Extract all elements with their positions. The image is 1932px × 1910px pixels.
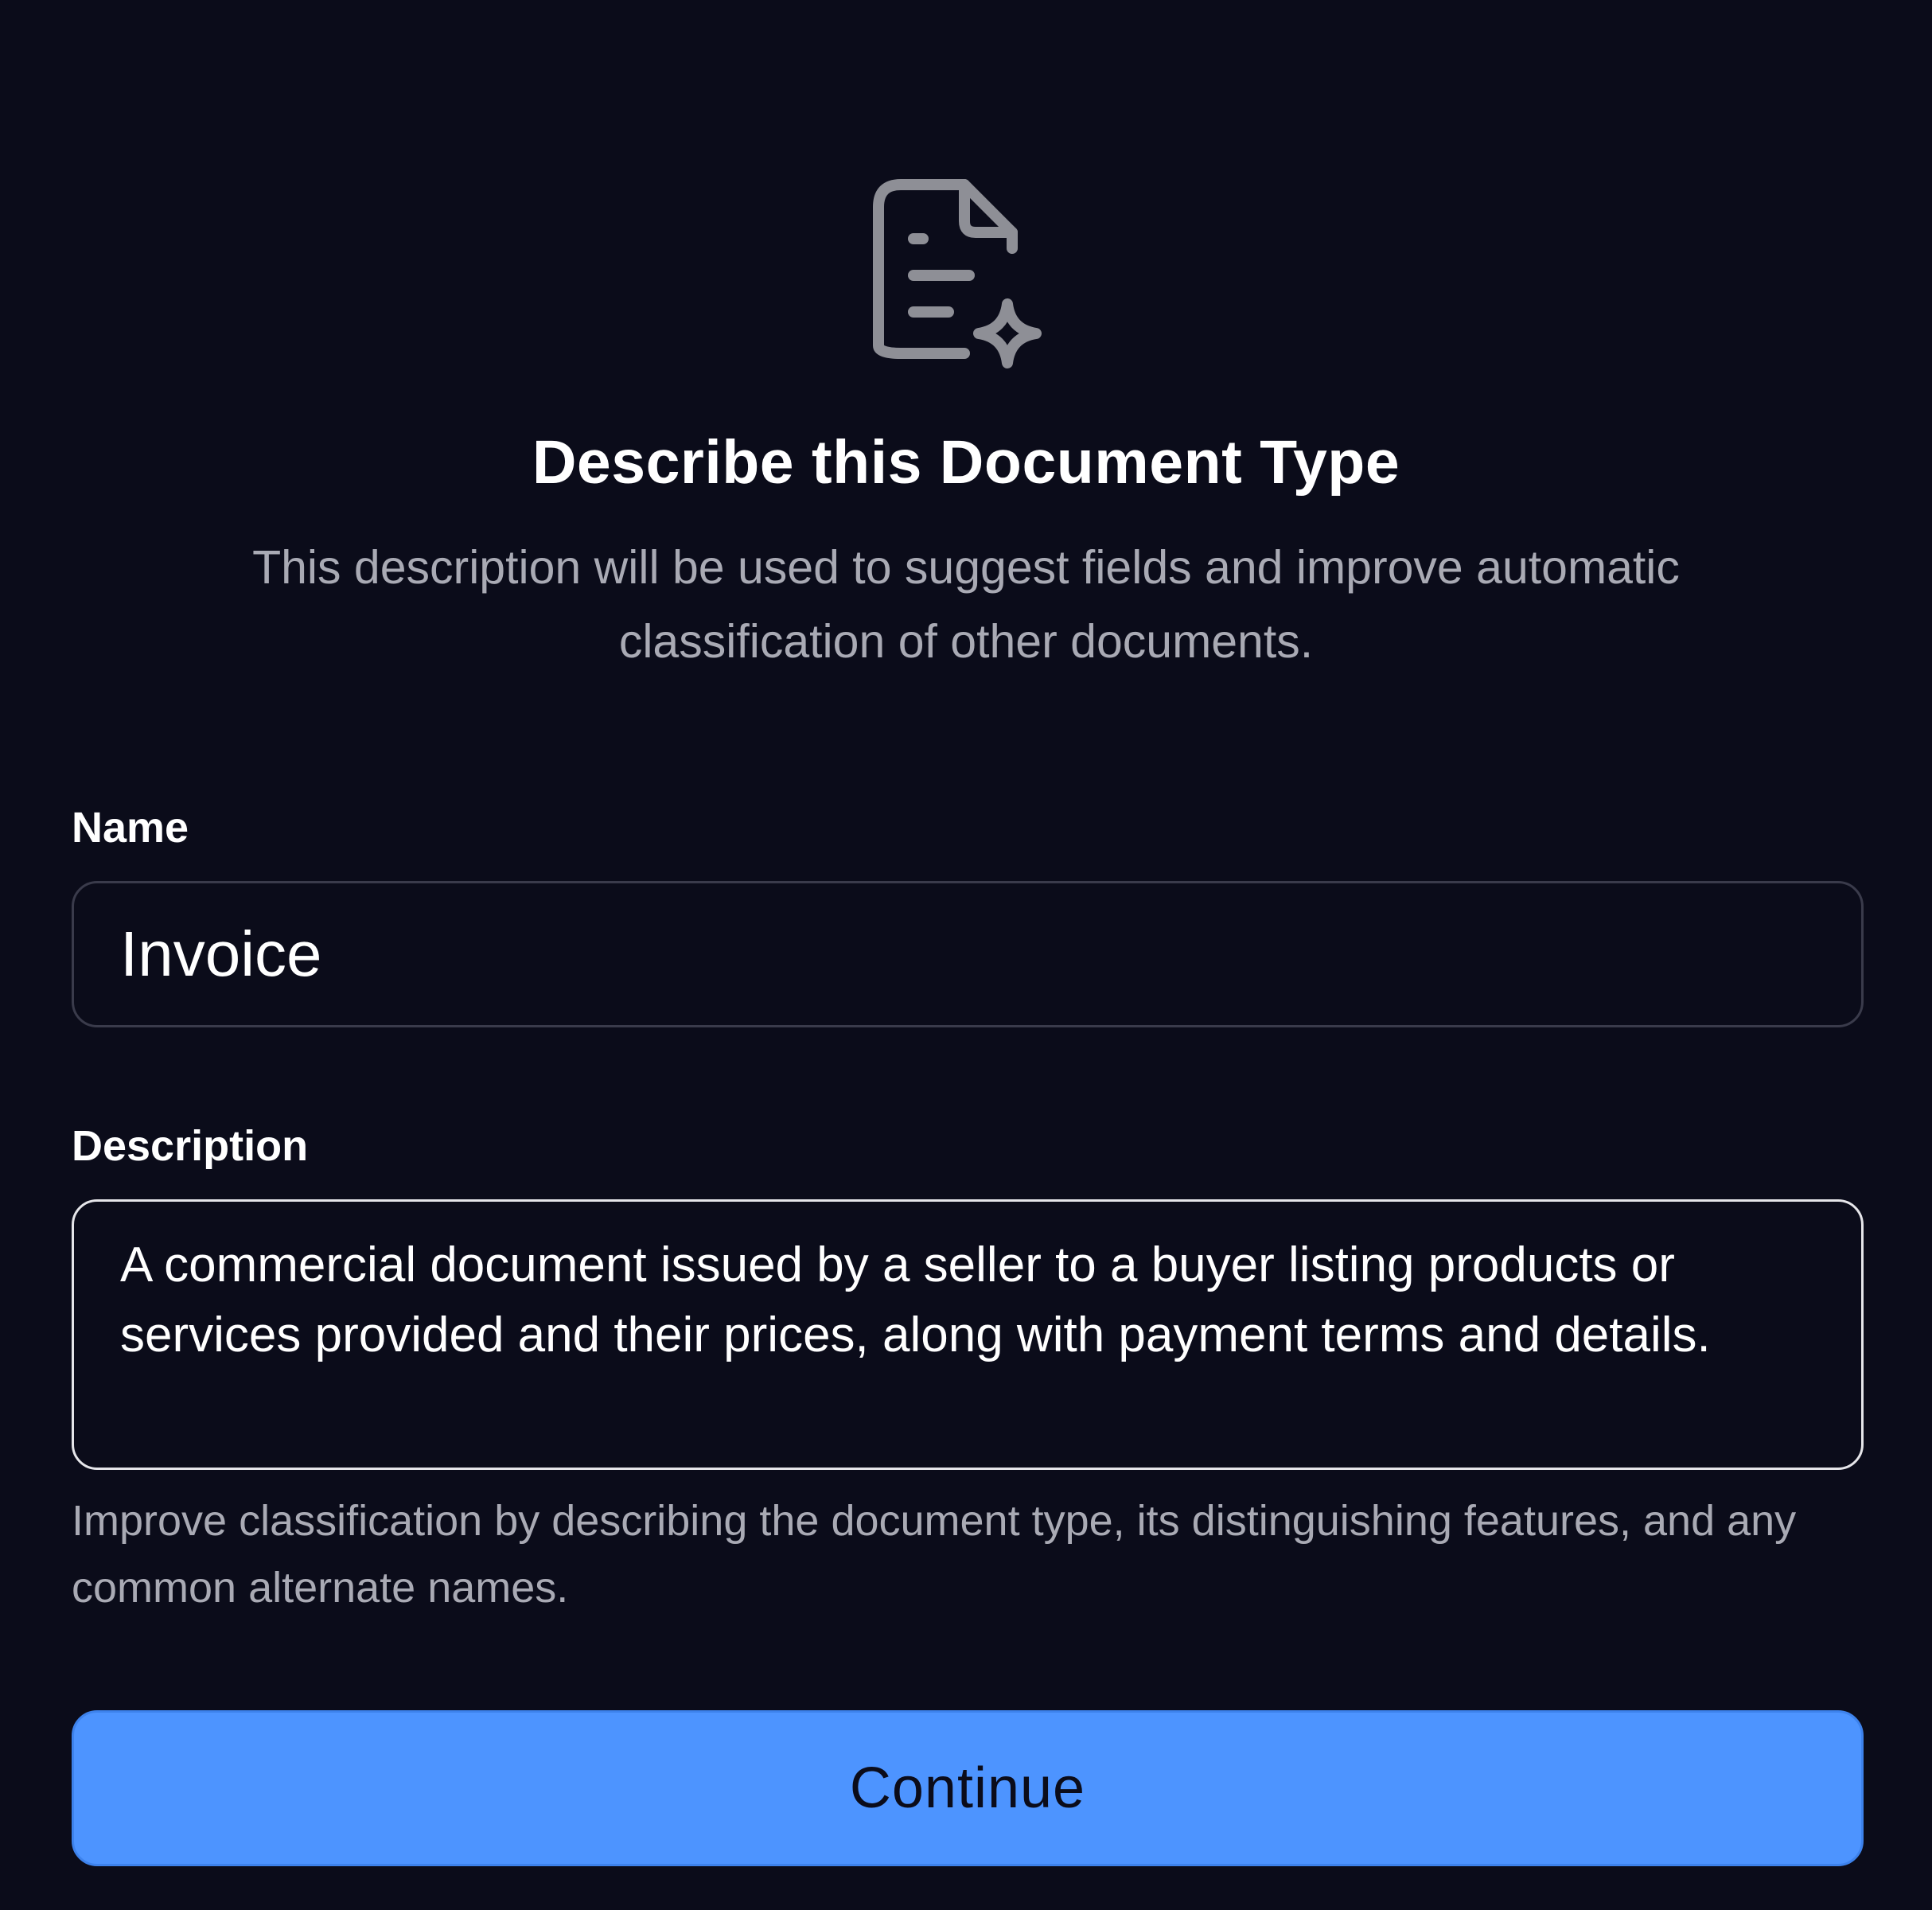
name-field-group: Name <box>72 804 1864 1028</box>
header: Describe this Document Type This descrip… <box>72 0 1860 679</box>
continue-button[interactable]: Continue <box>72 1710 1864 1867</box>
description-field-group: Description A commercial document issued… <box>72 1122 1864 1621</box>
description-help-text: Improve classification by describing the… <box>72 1497 1797 1612</box>
page-title: Describe this Document Type <box>532 428 1400 497</box>
page-subtitle: This description will be used to suggest… <box>252 541 1680 668</box>
document-sparkle-icon <box>871 177 1061 376</box>
continue-button-label: Continue <box>849 1756 1086 1821</box>
name-label: Name <box>72 804 189 852</box>
description-label: Description <box>72 1122 309 1171</box>
name-input[interactable] <box>72 881 1864 1028</box>
describe-document-type-page: Describe this Document Type This descrip… <box>0 0 1932 1910</box>
description-textarea[interactable]: A commercial document issued by a seller… <box>72 1199 1864 1471</box>
